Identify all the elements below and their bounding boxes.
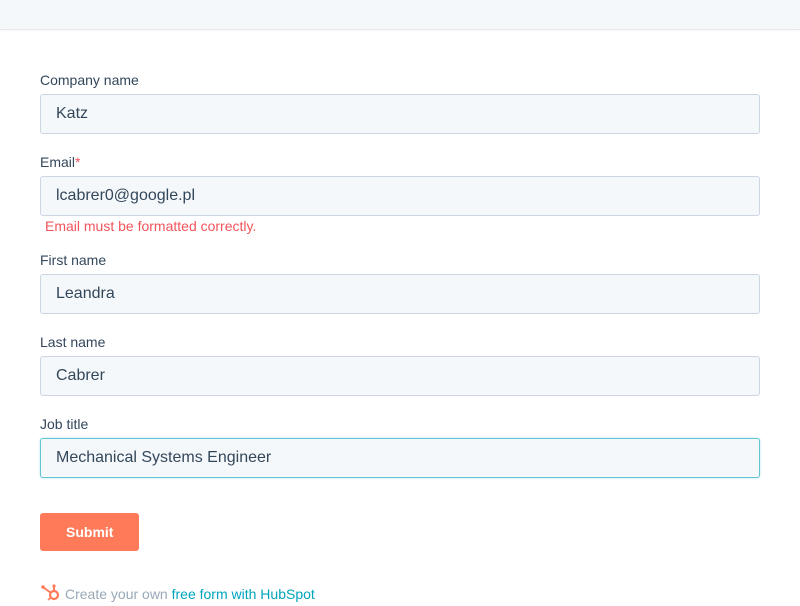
first-name-label: First name — [40, 252, 107, 268]
job-title-label: Job title — [40, 416, 89, 432]
last-name-input[interactable] — [40, 356, 760, 396]
job-title-field: Job title — [40, 416, 760, 478]
top-bar — [0, 0, 800, 30]
footer-note: Create your own free form with HubSpot — [40, 584, 315, 604]
email-label-text: Email — [40, 154, 76, 170]
company-name-label: Company name — [40, 72, 139, 88]
submit-button[interactable]: Submit — [40, 513, 140, 551]
email-error-message: Email must be formatted correctly. — [45, 218, 257, 234]
submit-row: Submit — [40, 513, 760, 551]
first-name-field: First name — [40, 252, 760, 314]
first-name-input[interactable] — [40, 274, 760, 314]
company-field: Company name — [40, 72, 760, 134]
last-name-label: Last name — [40, 334, 106, 350]
email-input[interactable] — [40, 176, 760, 216]
contact-form: Company name Email* Email must be format… — [40, 72, 760, 551]
last-name-field: Last name — [40, 334, 760, 396]
email-field: Email* Email must be formatted correctly… — [40, 154, 760, 234]
job-title-input[interactable] — [40, 438, 760, 478]
required-asterisk: * — [75, 154, 81, 170]
email-label: Email* — [40, 154, 760, 170]
company-name-input[interactable] — [40, 94, 760, 134]
hubspot-sprocket-icon — [40, 584, 61, 601]
